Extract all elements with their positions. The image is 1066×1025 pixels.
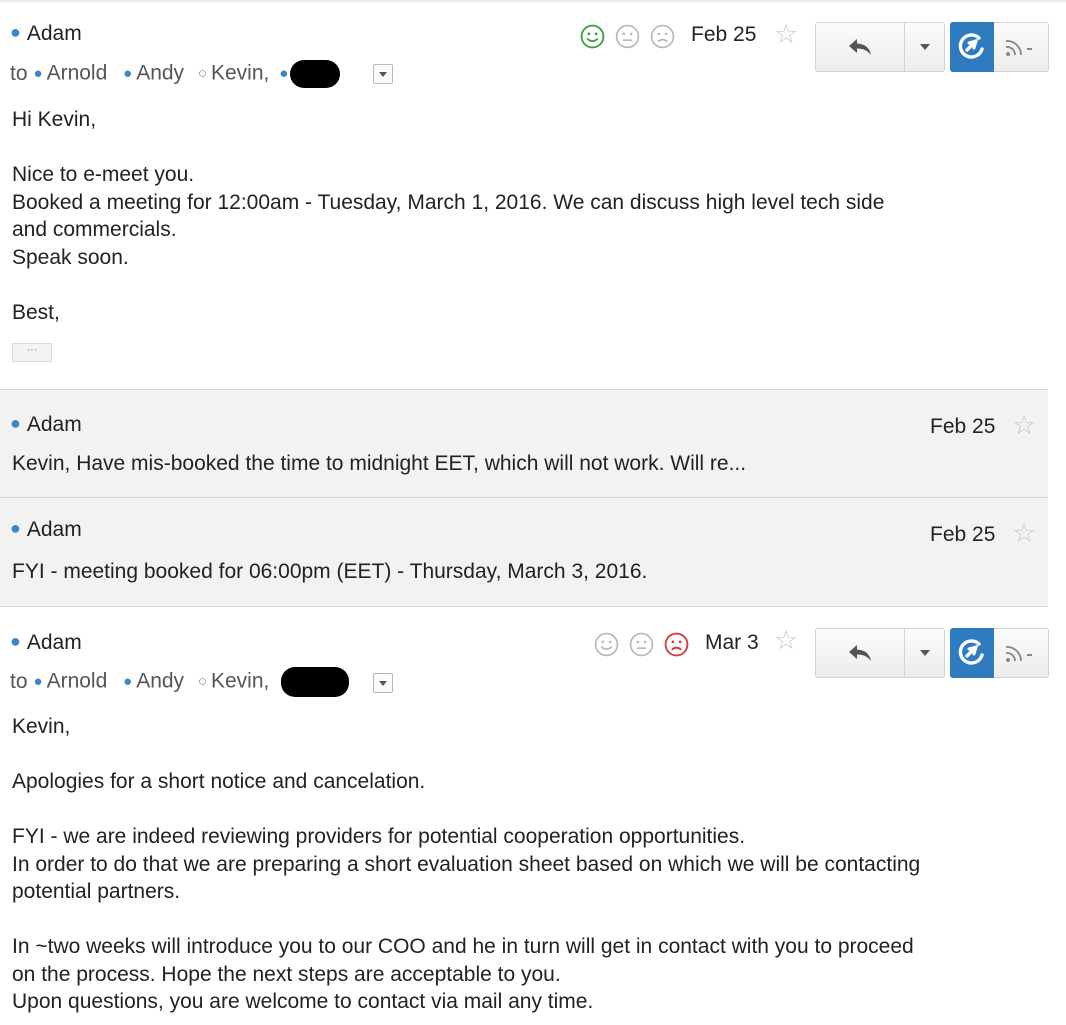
- message-1: ● Adam Feb 25 ☆ to ● Arnold ● Andy ○ Kev…: [0, 3, 1049, 389]
- body-line: on the process. Hope the next steps are …: [12, 962, 561, 986]
- body-line: Hi Kevin,: [12, 108, 97, 131]
- message-3[interactable]: ● Adam Feb 25 ☆ FYI - meeting booked for …: [0, 497, 1048, 606]
- message-4: ● Adam Mar 3 ☆ to ● Arnold ● Andy ○ Kevi…: [0, 606, 1049, 1025]
- star-outline-icon[interactable]: ☆: [774, 21, 798, 48]
- hollow-bullet-icon: ○: [197, 672, 207, 690]
- extension-button[interactable]: [950, 22, 994, 72]
- blue-bullet-icon: ●: [33, 64, 43, 82]
- sender-name[interactable]: ● Adam: [10, 22, 82, 46]
- message-snippet: FYI - meeting booked for 06:00pm (EET) -…: [12, 560, 648, 583]
- message-body: Kevin, Apologies for a short notice and …: [12, 713, 1042, 1016]
- reply-button-group: [815, 22, 945, 72]
- sender-name[interactable]: ● Adam: [10, 518, 82, 542]
- message-body: Hi Kevin, Nice to e-meet you. Booked a m…: [12, 106, 1032, 326]
- smiley-happy-icon[interactable]: [594, 632, 619, 657]
- body-line: Kevin,: [12, 715, 71, 738]
- recipient-name[interactable]: Arnold: [47, 62, 108, 85]
- body-line: and commercials.: [12, 218, 177, 241]
- smiley-neutral-icon[interactable]: [629, 632, 654, 657]
- smiley-happy-icon[interactable]: [580, 24, 605, 49]
- message-toolbar: [815, 22, 1049, 72]
- rss-button[interactable]: [994, 628, 1049, 678]
- top-divider: [0, 0, 1066, 2]
- sender-name[interactable]: ● Adam: [10, 631, 82, 655]
- sender-name[interactable]: ● Adam: [10, 413, 82, 437]
- show-trimmed-content-button[interactable]: ···: [12, 343, 52, 362]
- to-label: to: [10, 61, 28, 85]
- blue-bullet-icon: ●: [10, 631, 21, 651]
- rss-icon: [1005, 40, 1032, 56]
- body-line: [12, 271, 1032, 299]
- star-outline-icon[interactable]: ☆: [1012, 520, 1036, 547]
- hollow-bullet-icon: ○: [197, 64, 207, 82]
- body-line: Booked a meeting for 12:00am - Tuesday, …: [12, 190, 885, 214]
- extension-logo-icon: [958, 639, 984, 665]
- message-date: Feb 25: [930, 415, 996, 438]
- blue-bullet-icon: ●: [10, 22, 21, 42]
- body-line: [12, 741, 1042, 769]
- message-toolbar: [815, 628, 1049, 678]
- body-line: Upon questions, you are welcome to conta…: [12, 990, 594, 1013]
- message-date: Feb 25: [930, 523, 996, 546]
- recipient-name[interactable]: Kevin,: [211, 670, 269, 693]
- blue-bullet-icon: ●: [123, 672, 133, 690]
- extension-logo-icon: [958, 33, 984, 59]
- redacted-recipient: [281, 667, 350, 697]
- message-snippet: Kevin, Have mis-booked the time to midni…: [12, 452, 747, 475]
- recipient-name[interactable]: Andy: [136, 670, 184, 693]
- body-line: FYI - we are indeed reviewing providers …: [12, 825, 746, 848]
- recipients-line: to ● Arnold ● Andy ○ Kevin, ●: [10, 60, 341, 88]
- recipient-name[interactable]: Kevin,: [211, 62, 269, 85]
- rss-icon: [1005, 646, 1032, 662]
- reply-button[interactable]: [816, 23, 904, 71]
- body-line: Best,: [12, 300, 60, 324]
- blue-bullet-icon: ●: [279, 64, 289, 82]
- body-line: [12, 134, 1032, 162]
- extension-button[interactable]: [950, 628, 994, 678]
- recipient-details-dropdown[interactable]: [373, 64, 393, 84]
- smiley-neutral-icon[interactable]: [615, 24, 640, 49]
- message-date: Mar 3: [705, 631, 759, 654]
- more-options-button[interactable]: [904, 629, 945, 677]
- blue-bullet-icon: ●: [123, 64, 133, 82]
- recipient-details-dropdown[interactable]: [373, 673, 393, 693]
- body-line: Speak soon.: [12, 245, 129, 269]
- body-line: [12, 906, 1042, 934]
- to-label: to: [10, 669, 28, 693]
- blue-bullet-icon: ●: [10, 518, 21, 538]
- body-line: In ~two weeks will introduce you to our …: [12, 935, 914, 958]
- message-date: Feb 25: [691, 23, 757, 46]
- body-line: Apologies for a short notice and cancela…: [12, 770, 426, 793]
- more-options-button[interactable]: [904, 23, 945, 71]
- body-line: [12, 796, 1042, 824]
- smiley-sad-icon[interactable]: [664, 632, 689, 657]
- recipient-name[interactable]: Arnold: [47, 670, 108, 693]
- redacted-recipient: [290, 60, 341, 88]
- message-2[interactable]: ● Adam Feb 25 ☆ Kevin, Have mis-booked th…: [0, 389, 1048, 498]
- star-outline-icon[interactable]: ☆: [774, 627, 798, 654]
- reply-arrow-icon: [849, 645, 871, 661]
- recipients-line: to ● Arnold ● Andy ○ Kevin,: [10, 667, 350, 697]
- blue-bullet-icon: ●: [10, 413, 21, 433]
- blue-bullet-icon: ●: [33, 672, 43, 690]
- body-line: Nice to e-meet you.: [12, 163, 195, 186]
- star-outline-icon[interactable]: ☆: [1012, 412, 1036, 439]
- body-line: In order to do that we are preparing a s…: [12, 852, 921, 876]
- recipient-name[interactable]: Andy: [136, 62, 184, 85]
- reply-arrow-icon: [849, 39, 871, 55]
- reply-button-group: [815, 628, 945, 678]
- body-line: potential partners.: [12, 880, 181, 903]
- reply-button[interactable]: [816, 629, 904, 677]
- rss-button[interactable]: [994, 22, 1049, 72]
- smiley-sad-icon[interactable]: [650, 24, 675, 49]
